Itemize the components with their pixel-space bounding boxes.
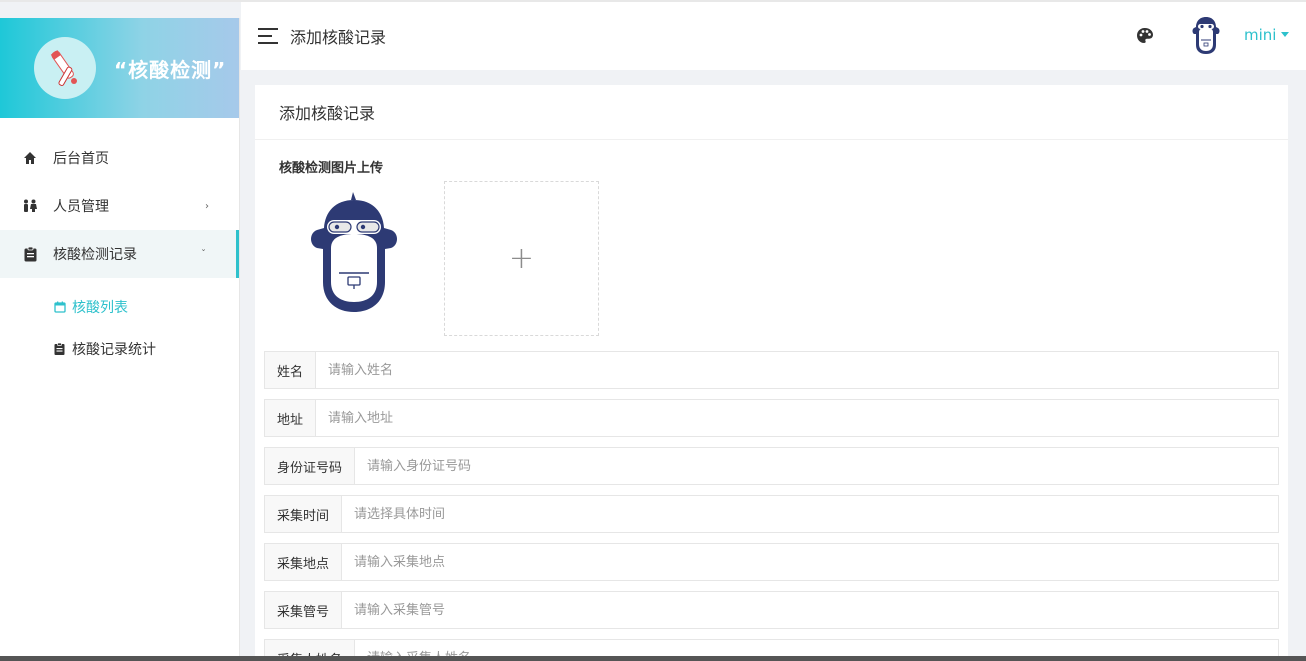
address-field: 地址 (264, 399, 1279, 437)
home-icon (22, 150, 38, 166)
user-name[interactable]: mini (1244, 26, 1276, 44)
caret-down-icon[interactable] (1281, 32, 1289, 37)
clipboard-icon (22, 246, 38, 262)
field-label: 姓名 (265, 352, 317, 388)
sidebar-subitem-test-list[interactable]: 核酸列表 (0, 286, 239, 328)
window-bottom-edge (0, 656, 1306, 661)
chevron-right-icon: › (205, 200, 209, 212)
clipboard-icon (54, 343, 66, 355)
sidebar-item-label: 核酸检测记录 (53, 247, 137, 263)
chevron-down-icon: ˇ (201, 248, 206, 260)
sidebar-subitem-record-stats[interactable]: 核酸记录统计 (0, 328, 239, 370)
id-number-field: 身份证号码 (264, 447, 1279, 485)
field-label: 采集人姓名 (265, 640, 356, 656)
palette-icon[interactable] (1135, 26, 1155, 46)
field-label: 身份证号码 (265, 448, 356, 484)
add-record-card: 添加核酸记录 核酸检测图片上传 + 姓名 地址 身份证号码 采集时间 (255, 85, 1288, 656)
uploaded-image-thumbnail[interactable] (307, 190, 402, 315)
field-label: 地址 (265, 400, 317, 436)
field-label: 采集管号 (265, 592, 343, 628)
sidebar-menu: 后台首页 人员管理 › 核酸检测记录 ˇ 核酸列表 核酸记录统计 (0, 118, 239, 378)
plus-icon: + (508, 241, 535, 276)
top-header: 添加核酸记录 mini (241, 2, 1306, 70)
sidebar-item-label: 人员管理 (53, 199, 109, 215)
sidebar-item-test-records[interactable]: 核酸检测记录 ˇ (0, 230, 239, 278)
menu-toggle-icon[interactable] (258, 28, 278, 44)
brand-title: “核酸检测” (114, 57, 227, 82)
user-avatar[interactable] (1191, 14, 1221, 56)
collection-time-input[interactable] (342, 496, 1278, 532)
name-field: 姓名 (264, 351, 1279, 389)
sidebar: “核酸检测” 后台首页 人员管理 › 核酸检测记录 ˇ 核酸列表 核酸记录统计 (0, 18, 240, 656)
brand-logo (34, 37, 96, 99)
sidebar-item-label: 后台首页 (53, 151, 109, 167)
field-label: 采集时间 (265, 496, 343, 532)
image-upload-button[interactable]: + (444, 181, 599, 336)
page-title: 添加核酸记录 (290, 28, 387, 47)
sidebar-subitem-label: 核酸列表 (72, 300, 128, 316)
submenu: 核酸列表 核酸记录统计 (0, 278, 239, 378)
tube-number-input[interactable] (342, 592, 1278, 628)
card-title: 添加核酸记录 (255, 85, 1288, 140)
tube-number-field: 采集管号 (264, 591, 1279, 629)
collector-name-field: 采集人姓名 (264, 639, 1279, 656)
sidebar-subitem-label: 核酸记录统计 (72, 342, 156, 358)
upload-label: 核酸检测图片上传 (279, 161, 384, 176)
collector-name-input[interactable] (355, 640, 1278, 656)
people-icon (22, 198, 38, 214)
calendar-icon (54, 301, 66, 313)
address-input[interactable] (316, 400, 1278, 436)
collection-location-input[interactable] (342, 544, 1278, 580)
sidebar-item-people[interactable]: 人员管理 › (0, 182, 239, 230)
collection-time-field: 采集时间 (264, 495, 1279, 533)
collection-location-field: 采集地点 (264, 543, 1279, 581)
name-input[interactable] (316, 352, 1278, 388)
sidebar-item-home[interactable]: 后台首页 (0, 134, 239, 182)
id-number-input[interactable] (355, 448, 1278, 484)
brand-header: “核酸检测” (0, 18, 239, 118)
field-label: 采集地点 (265, 544, 343, 580)
